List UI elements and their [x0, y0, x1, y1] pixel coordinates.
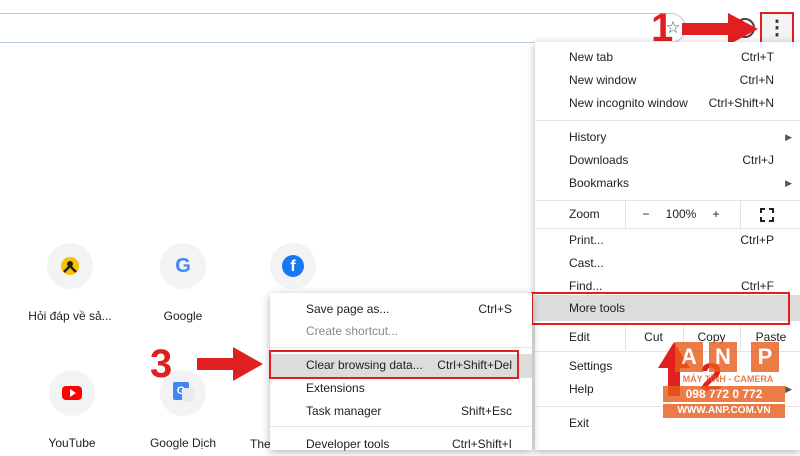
anp-watermark-logo: A N P MÁY TÍNH - CAMERA 098 772 0 772 WW… — [663, 342, 785, 438]
menu-item-shortcut: Ctrl+S — [478, 302, 512, 316]
menu-item-label: New window — [569, 73, 637, 87]
shortcut-label: YouTube — [48, 436, 96, 450]
menu-separator — [535, 120, 800, 121]
watermark-website: WWW.ANP.COM.VN — [663, 404, 785, 418]
shortcut-label: Hỏi đáp về sả... — [28, 309, 112, 323]
menu-item-label: New tab — [569, 50, 614, 64]
annotation-arrow-right-icon — [197, 347, 263, 381]
menu-item-label: Settings — [569, 359, 613, 373]
menu-separator — [270, 426, 532, 427]
kebab-menu-icon: ⋮ — [767, 17, 787, 39]
shortcut-tile[interactable]: YouTube — [17, 370, 127, 450]
logo-letter: N — [709, 342, 737, 372]
menu-item-label: Print... — [569, 233, 604, 247]
submenu-item-extensions[interactable]: Extensions — [270, 377, 532, 400]
menu-item-label: Extensions — [306, 381, 365, 395]
menu-item-label: Downloads — [569, 153, 629, 167]
menu-item-shortcut: Ctrl+T — [741, 50, 774, 64]
highlight-more-tools — [531, 292, 790, 325]
menu-item-label: Bookmarks — [569, 176, 630, 190]
shortcut-label-partial: The — [250, 437, 271, 451]
logo-letter: A — [675, 342, 703, 372]
menu-item-label: History — [569, 130, 607, 144]
chrome-menu-button[interactable]: ⋮ — [760, 12, 794, 44]
submenu-item-create-shortcut[interactable]: Create shortcut... — [270, 320, 532, 343]
menu-item-label: Developer tools — [306, 437, 390, 451]
menu-item-shortcut: Ctrl+N — [739, 73, 774, 87]
menu-item-new-incognito[interactable]: New incognito window Ctrl+Shift+N — [535, 92, 800, 115]
menu-item-label: New incognito window — [569, 96, 688, 110]
menu-item-label: Help — [569, 382, 594, 396]
submenu-item-task-manager[interactable]: Task manager Shift+Esc — [270, 400, 532, 423]
zoom-level: 100% — [665, 207, 697, 221]
menu-item-label: Cast... — [569, 256, 604, 270]
menu-item-new-tab[interactable]: New tab Ctrl+T — [535, 46, 800, 69]
shortcut-tile[interactable]: G Google — [128, 243, 238, 323]
annotation-step-3: 3 — [150, 342, 173, 386]
menu-zoom-row: Zoom − 100% + — [535, 200, 800, 229]
submenu-arrow-icon: ▶ — [785, 132, 792, 142]
menu-item-print[interactable]: Print... Ctrl+P — [535, 229, 800, 252]
menu-item-label: Exit — [569, 416, 590, 430]
watermark-phone: 098 772 0 772 — [663, 386, 785, 402]
menu-item-label: Task manager — [306, 404, 382, 418]
zoom-out-button[interactable]: − — [639, 201, 653, 228]
menu-item-shortcut: Ctrl+Shift+I — [451, 437, 512, 451]
shortcut-tile[interactable]: G Google Dịch — [128, 370, 238, 450]
menu-item-cast[interactable]: Cast... — [535, 252, 800, 275]
shortcut-tile[interactable]: Hỏi đáp về sả... — [15, 243, 125, 323]
menu-item-bookmarks[interactable]: Bookmarks ▶ — [535, 172, 800, 195]
menu-item-shortcut: Ctrl+P — [740, 233, 774, 247]
menu-item-shortcut: Shift+Esc — [460, 404, 512, 418]
menu-item-new-window[interactable]: New window Ctrl+N — [535, 69, 800, 92]
logo-letter: P — [751, 342, 779, 372]
menu-item-label: Save page as... — [306, 302, 390, 316]
google-g-icon: G — [160, 243, 206, 289]
edit-label: Edit — [569, 330, 590, 344]
menu-item-shortcut: Ctrl+Shift+N — [708, 96, 774, 110]
zoom-in-button[interactable]: + — [709, 201, 723, 228]
youtube-icon — [49, 370, 95, 416]
menu-separator — [270, 347, 532, 348]
menu-item-downloads[interactable]: Downloads Ctrl+J — [535, 149, 800, 172]
highlight-clear-browsing-data — [269, 350, 519, 379]
submenu-arrow-icon: ▶ — [785, 384, 792, 394]
submenu-item-save-page[interactable]: Save page as... Ctrl+S — [270, 298, 532, 321]
submenu-arrow-icon: ▶ — [785, 178, 792, 188]
menu-item-label: Create shortcut... — [306, 324, 399, 338]
menu-item-shortcut: Ctrl+J — [742, 153, 774, 167]
facebook-icon: f — [270, 243, 316, 289]
watermark-tagline: MÁY TÍNH - CAMERA — [682, 374, 774, 384]
submenu-item-developer-tools[interactable]: Developer tools Ctrl+Shift+I — [270, 433, 532, 456]
annotation-arrow-right-icon — [682, 13, 758, 45]
zoom-label: Zoom — [569, 207, 600, 221]
menu-item-history[interactable]: History ▶ — [535, 126, 800, 149]
shortcut-tile[interactable]: f — [238, 243, 348, 289]
shortcut-label: Google — [163, 309, 203, 323]
shortcut-label: Google Dịch — [149, 436, 217, 450]
address-bar[interactable] — [0, 13, 686, 43]
fullscreen-icon[interactable] — [760, 208, 774, 222]
support-agent-icon — [47, 243, 93, 289]
